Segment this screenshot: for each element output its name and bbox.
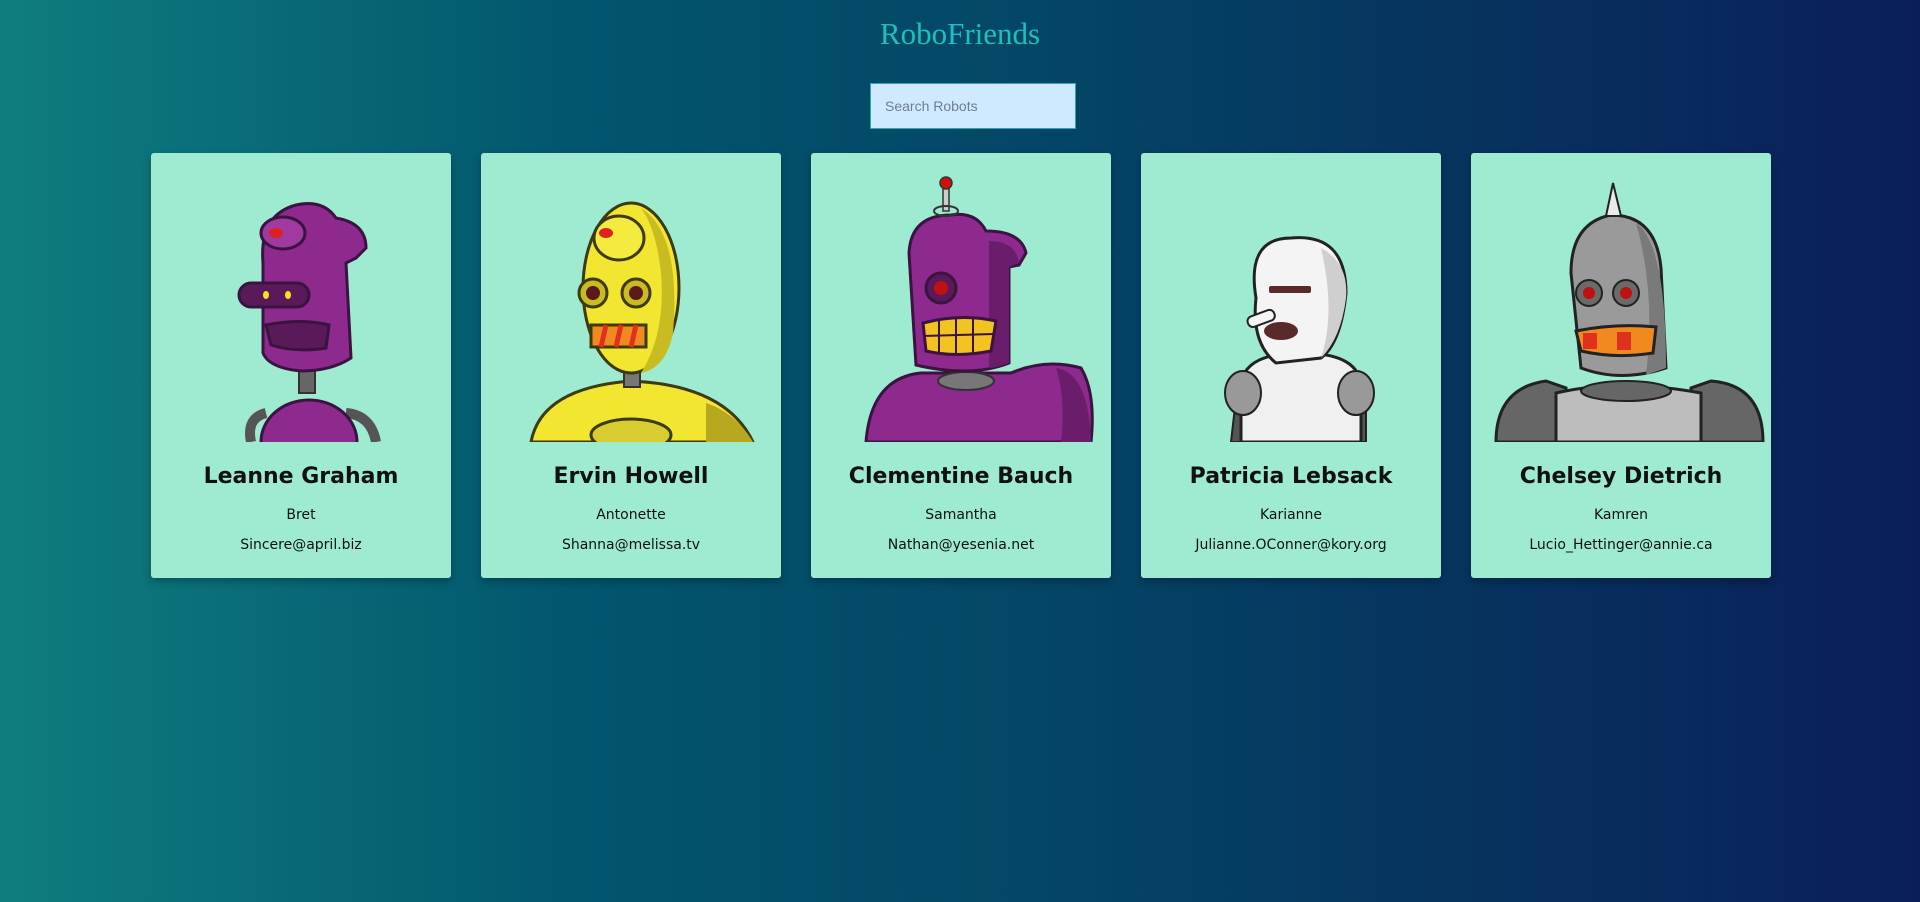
robot-avatar-image bbox=[1494, 182, 1765, 442]
robot-username: Samantha bbox=[925, 507, 997, 523]
robot-email: Lucio_Hettinger@annie.ca bbox=[1529, 537, 1713, 553]
robot-email: Sincere@april.biz bbox=[240, 537, 362, 553]
robot-username: Antonette bbox=[596, 507, 666, 523]
robot-name: Leanne Graham bbox=[203, 464, 399, 489]
robot-username: Karianne bbox=[1259, 507, 1323, 523]
robot-avatar-image bbox=[237, 202, 381, 442]
robot-username: Bret bbox=[286, 507, 316, 523]
robot-email: Nathan@yesenia.net bbox=[887, 537, 1035, 553]
robot-card[interactable]: Clementine Bauch Samantha Nathan@yesenia… bbox=[811, 153, 1111, 578]
robot-avatar-image bbox=[1224, 236, 1375, 442]
robot-card[interactable]: Leanne Graham Bret Sincere@april.biz bbox=[151, 153, 451, 578]
robot-avatar-image bbox=[864, 176, 1094, 442]
robot-name: Patricia Lebsack bbox=[1189, 464, 1393, 489]
robot-card[interactable]: Ervin Howell Antonette Shanna@melissa.tv bbox=[481, 153, 781, 578]
robot-card[interactable]: Patricia Lebsack Karianne Julianne.OConn… bbox=[1141, 153, 1441, 578]
robot-name: Clementine Bauch bbox=[848, 464, 1074, 489]
page-title: RoboFriends bbox=[879, 16, 1041, 51]
robot-card[interactable]: Chelsey Dietrich Kamren Lucio_Hettinger@… bbox=[1471, 153, 1771, 578]
robot-email: Julianne.OConner@kory.org bbox=[1195, 537, 1387, 553]
robot-avatar-image bbox=[529, 201, 755, 442]
robot-email: Shanna@melissa.tv bbox=[561, 537, 701, 553]
search-input[interactable] bbox=[870, 83, 1076, 129]
robot-name: Chelsey Dietrich bbox=[1519, 464, 1723, 489]
robot-name: Ervin Howell bbox=[553, 464, 709, 489]
robot-username: Kamren bbox=[1593, 507, 1649, 523]
robot-card-list: Leanne Graham Bret Sincere@april.biz Erv… bbox=[151, 153, 1771, 578]
